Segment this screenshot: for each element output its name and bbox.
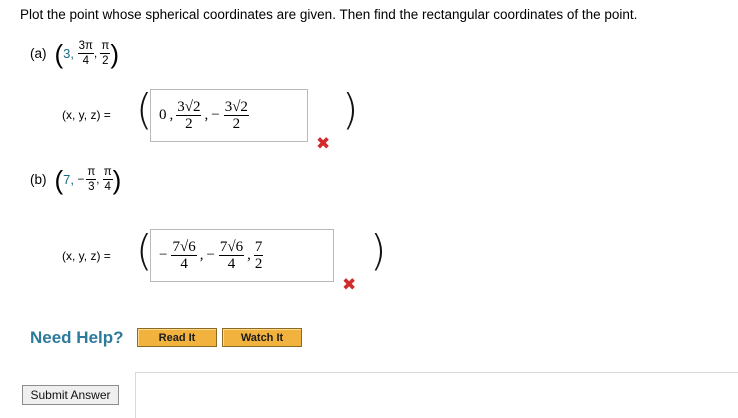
part-b-r: 7 (63, 172, 71, 187)
part-b-label: (b) (30, 172, 47, 187)
need-help-label: Need Help? (30, 328, 124, 347)
part-b-answer-field[interactable]: − 7√6 4 , − 7√6 4 , 7 2 (150, 229, 334, 282)
part-b-phi: π 4 (102, 166, 113, 193)
part-b-answer-label: (x, y, z) = (62, 249, 111, 263)
part-b-given: (b) ( 7 , − π 3 , π 4 ) (30, 164, 122, 195)
read-it-button[interactable]: Read It (137, 328, 217, 347)
question-prompt: Plot the point whose spherical coordinat… (20, 7, 638, 22)
divider-vertical (135, 372, 136, 418)
part-b-z: 7 2 (253, 239, 264, 272)
part-a-x: 0 (159, 107, 167, 123)
part-a-answer-field[interactable]: 0 , 3√2 2 , − 3√2 2 (150, 89, 308, 142)
part-a-y: 3√2 2 (176, 99, 202, 132)
part-a-phi: π 2 (100, 40, 111, 67)
x-mark-icon: ✖ (316, 134, 331, 153)
part-a-theta: 3π 4 (77, 40, 94, 67)
watch-it-button[interactable]: Watch It (222, 328, 302, 347)
x-mark-icon: ✖ (342, 275, 357, 294)
divider (135, 372, 738, 373)
part-a-z: 3√2 2 (223, 99, 249, 132)
part-a-given: (a) ( 3 , 3π 4 , π 2 ) (30, 38, 119, 69)
part-b-theta: π 3 (86, 166, 97, 193)
part-a-answer-label: (x, y, z) = (62, 108, 111, 122)
part-a-label: (a) (30, 46, 47, 61)
part-b-y: 7√6 4 (218, 239, 245, 272)
part-a-r: 3 (63, 46, 71, 61)
part-b-x: 7√6 4 (171, 239, 197, 272)
submit-answer-button[interactable]: Submit Answer (22, 385, 119, 405)
